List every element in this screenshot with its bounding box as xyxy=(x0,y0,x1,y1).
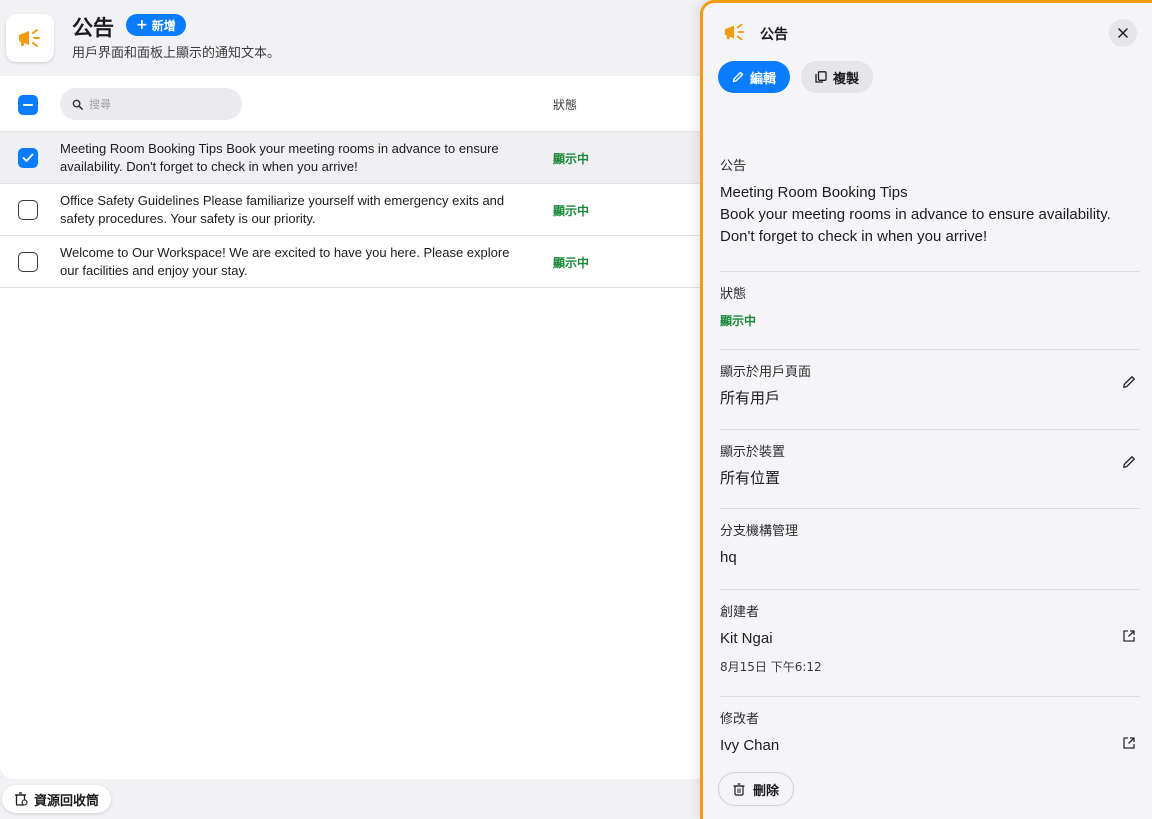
announcement-section: 公告 Meeting Room Booking Tips Book your m… xyxy=(720,155,1140,272)
detail-panel: 公告 編輯 複製 公告 Meeting Room Booking Tips Bo… xyxy=(700,0,1152,819)
plus-icon: + xyxy=(136,17,148,33)
trash-icon xyxy=(733,782,745,796)
recycle-bin-label: 資源回收筒 xyxy=(34,793,100,809)
close-button[interactable] xyxy=(1109,19,1137,47)
branch-value: hq xyxy=(720,549,737,566)
announcement-list: 狀態 Meeting Room Booking Tips Book your m… xyxy=(0,76,700,779)
copy-button-label: 複製 xyxy=(833,71,860,87)
status-badge: 顯示中 xyxy=(553,152,590,166)
page-title: 公告 xyxy=(72,16,114,40)
search-box xyxy=(60,88,242,120)
delete-button[interactable]: 刪除 xyxy=(718,772,795,806)
modifier-section: 修改者 Ivy Chan xyxy=(720,708,1140,764)
search-icon xyxy=(72,99,83,110)
open-modifier-link[interactable] xyxy=(1120,734,1138,752)
row-text: Welcome to Our Workspace! We are excited… xyxy=(60,245,510,278)
section-label: 創建者 xyxy=(720,605,760,620)
edit-button[interactable]: 編輯 xyxy=(718,61,791,93)
copy-icon xyxy=(815,71,827,83)
app-icon xyxy=(6,14,54,62)
creator-section: 創建者 Kit Ngai 8月15日 下午6:12 xyxy=(720,601,1140,697)
edit-user-pages-button[interactable] xyxy=(1120,373,1138,391)
row-checkbox[interactable] xyxy=(18,252,38,272)
status-column-header: 狀態 xyxy=(553,98,578,112)
branch-section: 分支機構管理 hq xyxy=(720,520,1140,590)
table-row[interactable]: Office Safety Guidelines Please familiar… xyxy=(0,184,700,236)
table-row[interactable]: Meeting Room Booking Tips Book your meet… xyxy=(0,132,700,184)
section-label: 分支機構管理 xyxy=(720,524,799,539)
external-link-icon xyxy=(1123,737,1135,749)
row-text: Meeting Room Booking Tips Book your meet… xyxy=(60,141,499,174)
add-button-label: 新增 xyxy=(151,18,176,33)
delete-button-label: 刪除 xyxy=(753,783,780,799)
section-label: 狀態 xyxy=(720,287,747,302)
row-checkbox[interactable] xyxy=(18,148,38,168)
status-section: 狀態 顯示中 xyxy=(720,283,1140,350)
status-badge: 顯示中 xyxy=(553,256,590,270)
announcement-title: Meeting Room Booking Tips xyxy=(720,184,908,201)
megaphone-icon xyxy=(724,23,745,41)
pencil-icon xyxy=(1123,456,1135,468)
megaphone-icon xyxy=(19,29,40,47)
search-input[interactable] xyxy=(89,97,229,111)
pencil-icon xyxy=(1123,376,1135,388)
section-label: 公告 xyxy=(720,159,747,174)
section-label: 修改者 xyxy=(720,712,760,727)
pencil-icon xyxy=(732,71,744,83)
created-time: 8月15日 下午6:12 xyxy=(720,660,822,674)
status-badge: 顯示中 xyxy=(720,314,757,328)
announcement-body-line: Book your meeting rooms in advance to en… xyxy=(720,206,1111,223)
table-row[interactable]: Welcome to Our Workspace! We are excited… xyxy=(0,236,700,288)
open-creator-link[interactable] xyxy=(1120,627,1138,645)
recycle-bin-button[interactable]: 資源回收筒 xyxy=(2,785,112,813)
recycle-bin-icon xyxy=(15,792,28,806)
row-checkbox[interactable] xyxy=(18,200,38,220)
devices-section: 顯示於裝置 所有位置 xyxy=(720,441,1140,509)
external-link-icon xyxy=(1123,630,1135,642)
section-label: 顯示於裝置 xyxy=(720,445,786,460)
user-pages-value: 所有用戶 xyxy=(720,390,781,407)
row-text: Office Safety Guidelines Please familiar… xyxy=(60,193,505,226)
creator-name: Kit Ngai xyxy=(720,630,773,647)
list-header: 狀態 xyxy=(0,76,700,132)
section-label: 顯示於用戶頁面 xyxy=(720,365,812,380)
close-icon xyxy=(1118,28,1128,38)
user-pages-section: 顯示於用戶頁面 所有用戶 xyxy=(720,361,1140,430)
panel-title: 公告 xyxy=(760,27,788,43)
announcement-body-line: Don't forget to check in when you arrive… xyxy=(720,228,988,245)
add-button[interactable]: + 新增 xyxy=(126,14,186,36)
page-subtitle: 用戶界面和面板上顯示的通知文本。 xyxy=(72,46,281,61)
devices-value: 所有位置 xyxy=(720,470,781,487)
select-all-checkbox[interactable] xyxy=(18,95,38,115)
edit-button-label: 編輯 xyxy=(750,71,777,87)
edit-devices-button[interactable] xyxy=(1120,453,1138,471)
check-icon xyxy=(22,153,34,162)
status-badge: 顯示中 xyxy=(553,204,590,218)
copy-button[interactable]: 複製 xyxy=(801,61,874,93)
modifier-name: Ivy Chan xyxy=(720,737,780,754)
